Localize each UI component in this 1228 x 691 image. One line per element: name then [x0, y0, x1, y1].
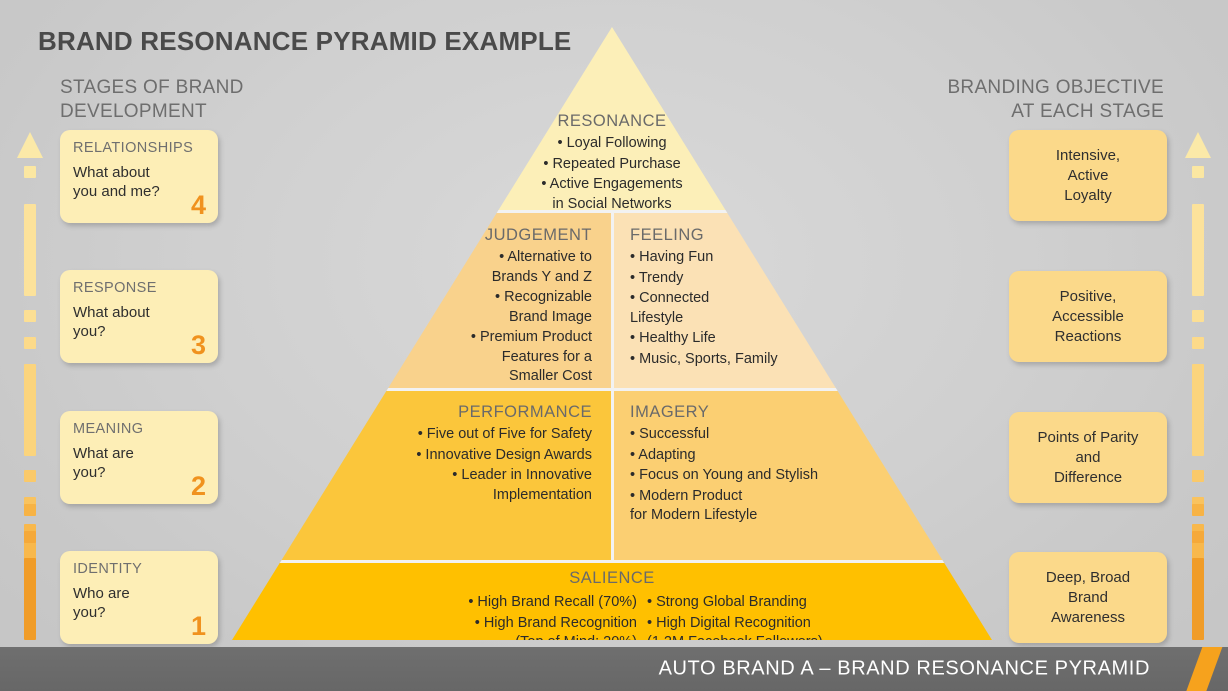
objective-card-awareness[interactable]: Deep, Broad Brand Awareness [1009, 552, 1167, 643]
feeling-list: • Having Fun • Trendy • Connected Lifesty… [630, 248, 970, 369]
imagery-block: IMAGERY • Successful • Adapting • Focus … [630, 403, 980, 527]
objective-card-parity[interactable]: Points of Parity and Difference [1009, 412, 1167, 503]
judgement-title: JUDGEMENT [484, 226, 592, 244]
list-item: • Repeated Purchase [543, 155, 681, 172]
stage-question: What are you? [73, 445, 134, 481]
list-item: • Successful [630, 426, 710, 442]
performance-title: PERFORMANCE [458, 403, 592, 421]
list-item: • Loyal Following [557, 135, 667, 151]
list-item: • Innovative Design Awards [416, 446, 592, 463]
objective-card-reactions[interactable]: Positive, Accessible Reactions [1009, 271, 1167, 362]
resonance-title: RESONANCE [557, 112, 667, 130]
performance-half[interactable]: PERFORMANCE • Five out of Five for Safet… [232, 390, 612, 562]
feeling-half[interactable]: FEELING • Having Fun • Trendy • Connecte… [612, 212, 992, 390]
list-item: • Premium Product Features for a Smaller C… [470, 329, 592, 384]
stage-card-relationships[interactable]: RELATIONSHIPS What about you and me? 4 [60, 130, 218, 223]
salience-right-block: • Strong Global Branding • High Digital … [647, 593, 917, 640]
objective-card-loyalty[interactable]: Intensive, Active Loyalty [1009, 130, 1167, 221]
list-item: • Recognizable Brand Image [495, 289, 592, 325]
stage-number: 3 [190, 330, 206, 360]
objective-text: Points of Parity and Difference [1037, 428, 1139, 486]
performance-list: • Five out of Five for Safety • Innovati… [252, 425, 592, 505]
objective-text: Intensive, Active Loyalty [1055, 146, 1121, 204]
tier2-divider [611, 212, 614, 390]
pyramid-tier-salience[interactable]: SALIENCE • High Brand Recall (70%) • Hig… [232, 562, 992, 640]
feeling-title: FEELING [630, 226, 705, 244]
imagery-half[interactable]: IMAGERY • Successful • Adapting • Focus … [612, 390, 992, 562]
list-item: • Adapting [630, 446, 696, 463]
list-item: • Having Fun [630, 249, 714, 265]
judgement-half[interactable]: JUDGEMENT • Alternative to Brands Y and Z… [232, 212, 612, 390]
salience-title: SALIENCE [569, 569, 655, 587]
list-item: • Alternative to Brands Y and Z [491, 249, 592, 285]
stage-question: Who are you? [73, 585, 130, 621]
tier3-divider [611, 390, 614, 562]
judgement-list: • Alternative to Brands Y and Z • Recogni… [262, 248, 592, 387]
judgement-block: JUDGEMENT • Alternative to Brands Y and Z… [262, 226, 592, 388]
objective-text: Deep, Broad Brand Awareness [1045, 568, 1131, 626]
pyramid-tier-resonance[interactable]: RESONANCE • Loyal Following • Repeated P… [232, 27, 992, 212]
stage-card-identity[interactable]: IDENTITY Who are you? 1 [60, 551, 218, 644]
stage-title: RESPONSE [73, 280, 157, 296]
list-item: • Modern Product for Modern Lifestyle [630, 487, 758, 524]
stage-question: What about you and me? [73, 164, 160, 200]
brand-resonance-pyramid: RESONANCE • Loyal Following • Repeated P… [232, 27, 992, 640]
imagery-title: IMAGERY [630, 403, 710, 421]
footer-accent-slash [1183, 647, 1225, 691]
list-item: • Strong Global Branding [647, 594, 807, 610]
list-item: • Focus on Young and Stylish [630, 467, 819, 483]
stage-title: RELATIONSHIPS [73, 140, 194, 156]
list-item: • Trendy [630, 269, 684, 286]
stage-number: 2 [190, 471, 206, 501]
performance-block: PERFORMANCE • Five out of Five for Safet… [252, 403, 592, 506]
stage-title: MEANING [73, 421, 144, 437]
slide-canvas: BRAND RESONANCE PYRAMID EXAMPLE STAGES O… [0, 0, 1228, 691]
feeling-block: FEELING • Having Fun • Trendy • Connecte… [630, 226, 970, 370]
list-item: • Connected Lifestyle [630, 290, 710, 326]
list-item: • Music, Sports, Family [630, 350, 778, 367]
footer-text: AUTO BRAND A – BRAND RESONANCE PYRAMID [658, 657, 1150, 680]
resonance-block: RESONANCE • Loyal Following • Repeated P… [462, 112, 762, 215]
list-item: • Healthy Life [630, 330, 716, 346]
list-item: • Active Engagements in Social Networks [541, 176, 683, 212]
left-arrow-lower-segments [17, 132, 43, 640]
imagery-list: • Successful • Adapting • Focus on Young… [630, 425, 980, 526]
stage-number: 1 [190, 611, 206, 641]
salience-left-list: • High Brand Recall (70%) • High Brand R… [407, 593, 637, 640]
list-item: • Leader in Innovative Implementation [452, 467, 592, 503]
stage-question: What about you? [73, 304, 150, 340]
right-arrow-lower-segments [1185, 132, 1211, 640]
footer-bar: AUTO BRAND A – BRAND RESONANCE PYRAMID [0, 647, 1228, 691]
salience-left-block: • High Brand Recall (70%) • High Brand R… [407, 593, 637, 640]
stage-title: IDENTITY [73, 561, 143, 577]
stage-card-response[interactable]: RESPONSE What about you? 3 [60, 270, 218, 363]
list-item: • High Brand Recall (70%) [468, 594, 637, 610]
list-item: • Five out of Five for Safety [417, 426, 592, 442]
stage-card-meaning[interactable]: MEANING What are you? 2 [60, 411, 218, 504]
objective-text: Positive, Accessible Reactions [1052, 287, 1124, 345]
stage-number: 4 [190, 190, 206, 220]
salience-right-list: • Strong Global Branding • High Digital … [647, 593, 917, 640]
resonance-list: • Loyal Following • Repeated Purchase • … [462, 134, 762, 214]
